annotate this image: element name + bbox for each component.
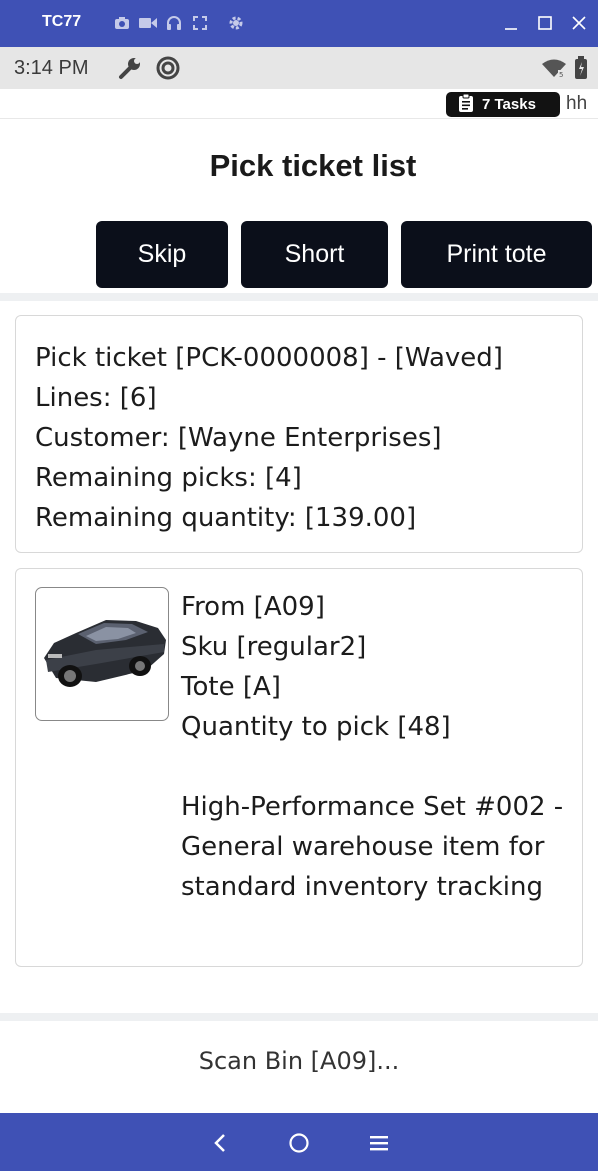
emulator-toolbar [113, 14, 245, 32]
home-icon[interactable] [283, 1127, 315, 1159]
close-icon[interactable] [568, 12, 590, 34]
maximize-icon[interactable] [534, 12, 556, 34]
clipboard-icon [458, 93, 474, 116]
user-initials[interactable]: hh [566, 93, 587, 115]
wrench-icon [117, 55, 143, 85]
battery-icon [574, 56, 588, 84]
emulator-title-bar: TC77 [0, 0, 598, 47]
back-icon[interactable] [204, 1127, 236, 1159]
video-icon[interactable] [139, 14, 157, 32]
sync-icon [155, 55, 181, 85]
app-header-row: 7 Tasks hh [0, 89, 598, 119]
page-title: Pick ticket list [209, 148, 417, 183]
pick-sku: Sku [regular2] [181, 632, 367, 662]
fullscreen-icon[interactable] [191, 14, 209, 32]
settings-icon[interactable] [227, 14, 245, 32]
pick-tote: Tote [A] [181, 672, 281, 702]
ticket-summary-card: Pick ticket [PCK-0000008] - [Waved] Line… [15, 315, 583, 553]
pick-details: From [A09] Sku [regular2] Tote [A] Quant… [181, 587, 576, 907]
svg-text:5: 5 [559, 71, 563, 78]
pick-quantity: Quantity to pick [48] [181, 712, 451, 742]
print-tote-button[interactable]: Print tote [401, 221, 592, 288]
menu-icon[interactable] [363, 1127, 395, 1159]
short-button[interactable]: Short [241, 221, 388, 288]
status-bar: 3:14 PM 5 [0, 47, 598, 89]
device-name: TC77 [42, 13, 82, 30]
ticket-lines: Lines: [6] [35, 383, 157, 413]
camera-icon[interactable] [113, 14, 131, 32]
tasks-button[interactable]: 7 Tasks [446, 92, 560, 117]
headset-icon[interactable] [165, 14, 183, 32]
divider [0, 293, 598, 301]
navigation-bar [0, 1113, 598, 1171]
ticket-id-status: Pick ticket [PCK-0000008] - [Waved] [35, 343, 503, 373]
divider [0, 1013, 598, 1021]
car-thumbnail [35, 587, 169, 721]
item-description: High-Performance Set #002 - General ware… [181, 792, 564, 902]
pick-from-location: From [A09] [181, 592, 325, 622]
scan-prompt[interactable]: Scan Bin [A09]... [0, 1047, 598, 1075]
ticket-remaining-quantity: Remaining quantity: [139.00] [35, 503, 417, 533]
window-controls [500, 12, 590, 34]
ticket-remaining-picks: Remaining picks: [4] [35, 463, 302, 493]
pick-detail-card: From [A09] Sku [regular2] Tote [A] Quant… [15, 568, 583, 967]
status-left-icons [117, 55, 181, 85]
skip-button[interactable]: Skip [96, 221, 228, 288]
status-right-icons: 5 [542, 56, 588, 84]
ticket-customer: Customer: [Wayne Enterprises] [35, 423, 442, 453]
minimize-icon[interactable] [500, 12, 522, 34]
status-time: 3:14 PM [14, 57, 89, 79]
wifi-icon: 5 [542, 58, 566, 82]
tasks-label: 7 Tasks [482, 96, 536, 113]
